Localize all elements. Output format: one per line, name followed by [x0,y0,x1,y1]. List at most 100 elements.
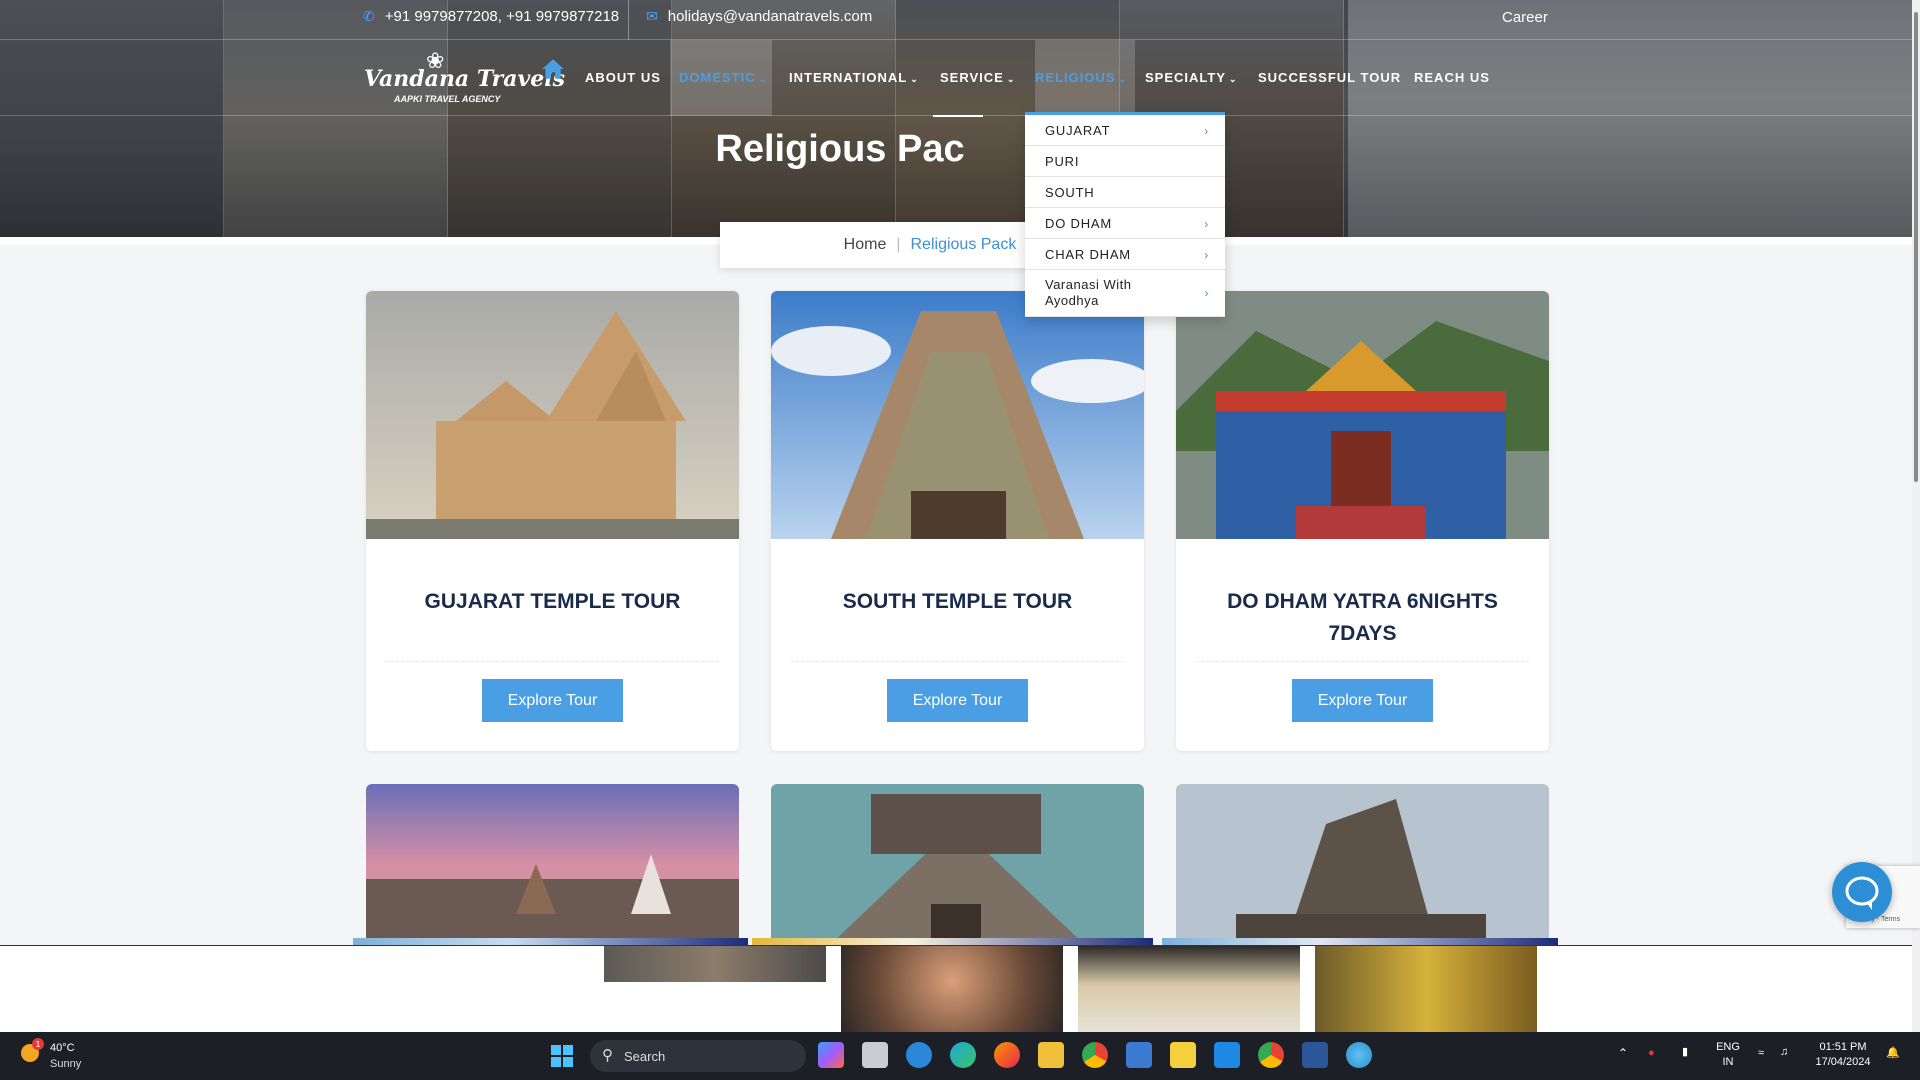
language-indicator[interactable]: ENG IN [1710,1040,1746,1070]
nav-international[interactable]: INTERNATIONAL ⌄ [789,70,919,85]
alert-icon[interactable]: ● [1648,1046,1655,1061]
phone-numbers: +91 9979877208, +91 9979877218 [384,8,620,25]
chat-button[interactable] [1832,862,1892,922]
temple-photo[interactable] [366,291,739,539]
chevron-down-icon: ⌄ [1118,74,1128,84]
copilot-icon[interactable] [818,1042,844,1068]
breadcrumb-home[interactable]: Home [844,236,887,254]
nav-active-underline [933,115,983,117]
nav-successful-tour[interactable]: SUCCESSFUL TOUR [1258,70,1401,85]
chrome-icon[interactable] [1082,1042,1108,1068]
store-icon[interactable] [906,1042,932,1068]
gallery-strip [0,945,1920,1033]
nav-service[interactable]: SERVICE ⌄ [940,70,1015,85]
breadcrumb-current: Religious Pack [910,236,1017,253]
nav-about-us[interactable]: ABOUT US [585,70,661,85]
dropdown-item-char-dham[interactable]: CHAR DHAM › [1025,239,1225,270]
gallery-photo[interactable] [841,946,1063,1033]
clock-time: 01:51 PM [1819,1041,1867,1053]
gallery-photo[interactable] [1078,946,1300,1033]
site-logo[interactable]: ❀ Vandana Travels AAPKI TRAVEL AGENCY [364,48,565,108]
tour-card [366,784,739,944]
gallery-photo[interactable] [1315,946,1537,1033]
divider [628,0,629,40]
chevron-down-icon: ⌄ [1006,74,1016,84]
language-code: ENG [1716,1041,1740,1053]
explore-tour-button[interactable]: Explore Tour [482,679,623,722]
sticky-notes-icon[interactable] [1170,1042,1196,1068]
email-address: holidays@vandanatravels.com [667,8,873,25]
search-label: Search [624,1048,666,1064]
dropdown-item-do-dham[interactable]: DO DHAM › [1025,208,1225,239]
nav-religious[interactable]: RELIGIOUS ⌄ [1035,70,1127,85]
gallery-photo[interactable] [604,946,826,982]
career-link[interactable]: Career [1502,9,1548,26]
email-contact[interactable]: ✉ holidays@vandanatravels.com [646,8,872,25]
dropdown-item-gujarat[interactable]: GUJARAT › [1025,115,1225,146]
tour-card: SOUTH TEMPLE TOUR Explore Tour [771,291,1144,751]
explore-tour-button[interactable]: Explore Tour [887,679,1028,722]
scrollbar-thumb[interactable] [1914,12,1918,482]
maps-icon[interactable] [1346,1042,1372,1068]
windows-taskbar: 1 40°C Sunny ⚲ Search ⌃ ● ▮ ENG IN ≈ ♫ 0… [0,1032,1920,1080]
word-icon[interactable] [1302,1042,1328,1068]
volume-icon[interactable]: ♫ [1780,1045,1788,1060]
battery-icon[interactable]: ▮ [1682,1045,1688,1060]
chevron-down-icon: ⌄ [758,74,768,84]
temple-photo[interactable] [771,291,1144,539]
temple-photo[interactable] [1176,784,1549,944]
chrome-profile-icon[interactable] [1258,1042,1284,1068]
edge-icon[interactable] [950,1042,976,1068]
tour-card [771,784,1144,944]
dropdown-item-south[interactable]: SOUTH [1025,177,1225,208]
logo-tagline: AAPKI TRAVEL AGENCY [394,94,501,104]
temple-photo[interactable] [771,784,1144,944]
weather-condition: Sunny [50,1058,82,1070]
firefox-icon[interactable] [994,1042,1020,1068]
phone-contact[interactable]: ✆ +91 9979877208, +91 9979877218 [363,8,619,25]
tour-card [1176,784,1549,944]
sun-icon: 1 [21,1038,44,1062]
tour-card: GUJARAT TEMPLE TOUR Explore Tour [366,291,739,751]
chevron-down-icon: ⌄ [1229,74,1238,84]
home-icon[interactable] [540,56,566,82]
mail-icon: ✉ [646,8,658,24]
search-icon: ⚲ [602,1047,613,1064]
task-view-icon[interactable] [862,1042,888,1068]
divider [1196,661,1529,662]
tour-card: DO DHAM YATRA 6NIGHTS 7DAYS Explore Tour [1176,291,1549,751]
card-title: SOUTH TEMPLE TOUR [842,590,1073,613]
logo-name: Vandana Travels [364,66,565,92]
phone-icon: ✆ [363,8,375,24]
chevron-right-icon: › [1204,124,1209,138]
page-title: Religious Pac [715,128,965,170]
taskbar-search[interactable]: ⚲ Search [590,1040,806,1072]
skype-icon[interactable] [1214,1042,1240,1068]
windows-start-icon[interactable] [550,1044,574,1068]
chevron-right-icon: › [1204,286,1209,300]
calculator-icon[interactable] [1126,1042,1152,1068]
clock[interactable]: 01:51 PM 17/04/2024 [1808,1040,1878,1070]
card-title: GUJARAT TEMPLE TOUR [424,590,681,613]
file-explorer-icon[interactable] [1038,1042,1064,1068]
explore-tour-button[interactable]: Explore Tour [1292,679,1433,722]
clock-date: 17/04/2024 [1815,1056,1871,1068]
temple-photo[interactable] [366,784,739,944]
dropdown-item-varanasi-ayodhya[interactable]: Varanasi With Ayodhya › [1025,270,1225,317]
main-navbar: ❀ Vandana Travels AAPKI TRAVEL AGENCY AB… [0,40,1920,117]
card-title: DO DHAM YATRA 6NIGHTS 7DAYS [1227,590,1498,645]
temple-photo[interactable] [1176,291,1549,539]
weather-temperature: 40°C [50,1042,75,1054]
nav-specialty[interactable]: SPECIALTY ⌄ [1145,70,1238,85]
region-code: IN [1722,1056,1734,1068]
nav-domestic[interactable]: DOMESTIC ⌄ [679,70,767,85]
wifi-icon[interactable]: ≈ [1758,1046,1764,1061]
dropdown-item-puri[interactable]: PURI [1025,146,1225,177]
chat-bubble-icon [1845,876,1879,910]
notification-bell-icon[interactable]: 🔔 [1886,1046,1900,1061]
chevron-up-icon[interactable]: ⌃ [1618,1046,1628,1061]
weather-badge: 1 [36,1040,41,1049]
nav-reach-us[interactable]: REACH US [1414,70,1490,85]
breadcrumb-separator: | [896,236,901,253]
weather-widget[interactable]: 1 40°C Sunny [18,1038,81,1070]
